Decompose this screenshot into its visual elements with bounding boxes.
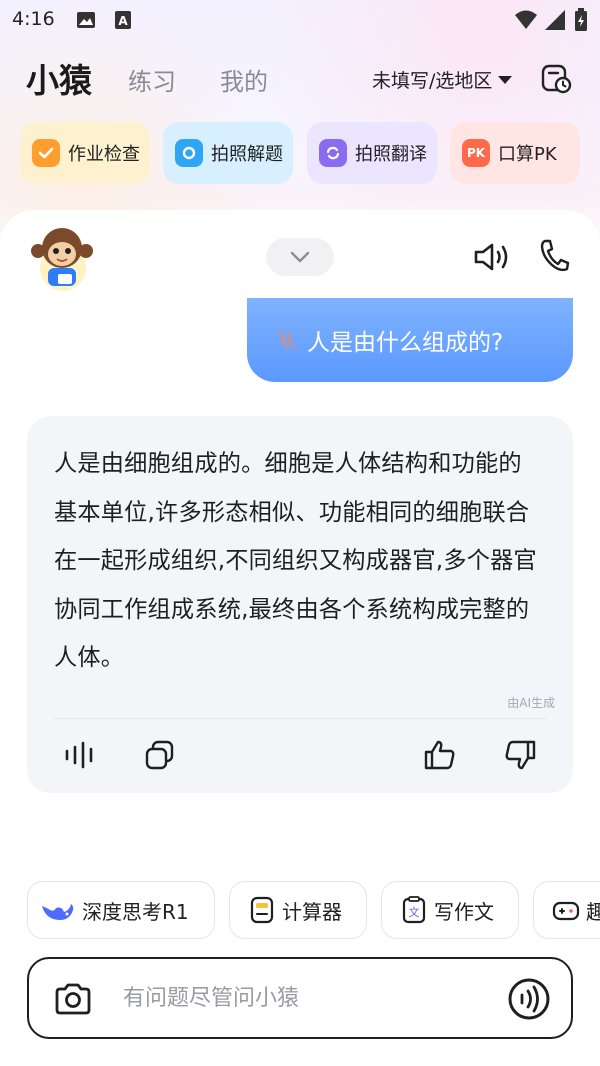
wifi-icon (515, 10, 537, 29)
mental-math-pk-label: 口算PK (498, 144, 557, 165)
user-question-bubble: 人是由什么组成的? (247, 298, 573, 382)
mental-math-pk-button[interactable]: PK 口算PK (450, 122, 580, 184)
signal-icon (545, 10, 565, 30)
speaker-icon[interactable] (472, 240, 512, 274)
answer-text: 人是由细胞组成的。细胞是人体结构和功能的基本单位,许多形态相似、功能相同的细胞联… (54, 450, 537, 671)
history-icon[interactable] (540, 62, 572, 94)
camera-icon[interactable] (53, 979, 93, 1019)
voice-playback-icon[interactable] (63, 738, 97, 772)
chevron-down-icon (290, 251, 310, 263)
divider (54, 718, 546, 719)
battery-icon (575, 8, 587, 31)
status-time: 4:16 (12, 8, 55, 30)
thumbs-down-icon[interactable] (503, 738, 537, 772)
photo-solve-label: 拍照解题 (211, 144, 283, 165)
homework-check-icon (32, 139, 60, 167)
quick-tools: 作业检查 拍照解题 拍照翻译 PK 口算PK (20, 122, 600, 184)
question-input[interactable] (123, 977, 483, 1019)
status-bar: 4:16 A (0, 0, 600, 40)
phone-icon[interactable] (538, 238, 570, 274)
deepseek-whale-icon (42, 904, 74, 920)
chip-calculator[interactable]: 计算器 (229, 881, 367, 939)
monkey-avatar-icon[interactable] (30, 224, 94, 292)
chip-writing[interactable]: 文 写作文 (381, 881, 519, 939)
game-icon (552, 901, 580, 921)
app-screen: 4:16 A 小猿 练习 我的 未填写/选地区 作业检查 拍照解题 拍照翻译 P… (0, 0, 600, 1066)
answer-card: 人是由细胞组成的。细胞是人体结构和功能的基本单位,许多形态相似、功能相同的细胞联… (27, 416, 573, 793)
a-notification-icon: A (115, 11, 131, 29)
input-bar (27, 957, 573, 1039)
photo-translate-button[interactable]: 拍照翻译 (307, 122, 437, 184)
mental-math-pk-icon: PK (462, 139, 490, 167)
photo-translate-icon (319, 139, 347, 167)
chip-calculator-label: 计算器 (282, 899, 342, 924)
homework-check-label: 作业检查 (68, 144, 140, 165)
photo-solve-button[interactable]: 拍照解题 (163, 122, 293, 184)
ai-generated-tag: 由AI生成 (507, 696, 555, 710)
chip-fun[interactable]: 趣 (533, 881, 600, 939)
copy-icon[interactable] (143, 738, 177, 772)
voice-input-icon[interactable] (507, 977, 551, 1021)
photo-translate-label: 拍照翻译 (355, 144, 427, 165)
svg-text:A: A (118, 14, 128, 28)
tab-practice[interactable]: 练习 (128, 62, 176, 97)
svg-text:文: 文 (409, 905, 420, 919)
chip-deep-thinking[interactable]: 深度思考R1 (27, 881, 215, 939)
photo-solve-icon (175, 139, 203, 167)
chip-writing-label: 写作文 (434, 899, 494, 924)
writing-icon: 文 (402, 896, 426, 924)
header: 小猿 练习 我的 未填写/选地区 (0, 52, 600, 104)
chip-deep-thinking-label: 深度思考R1 (82, 899, 189, 924)
collapse-button[interactable] (266, 238, 334, 276)
user-question-text: 人是由什么组成的? (307, 330, 504, 356)
thumbs-up-icon[interactable] (423, 738, 457, 772)
homework-check-button[interactable]: 作业检查 (20, 122, 150, 184)
chip-fun-label: 趣 (586, 896, 600, 925)
tab-mine[interactable]: 我的 (220, 62, 268, 97)
quick-chip-row: 深度思考R1 计算器 文 写作文 趣 (27, 881, 600, 939)
sparkle-icon (278, 330, 296, 350)
region-label: 未填写/选地区 (372, 70, 493, 92)
caret-down-icon (498, 75, 513, 84)
calculator-icon (250, 896, 274, 924)
image-icon (77, 12, 95, 28)
region-selector[interactable]: 未填写/选地区 (372, 66, 513, 93)
app-brand: 小猿 (26, 61, 92, 100)
